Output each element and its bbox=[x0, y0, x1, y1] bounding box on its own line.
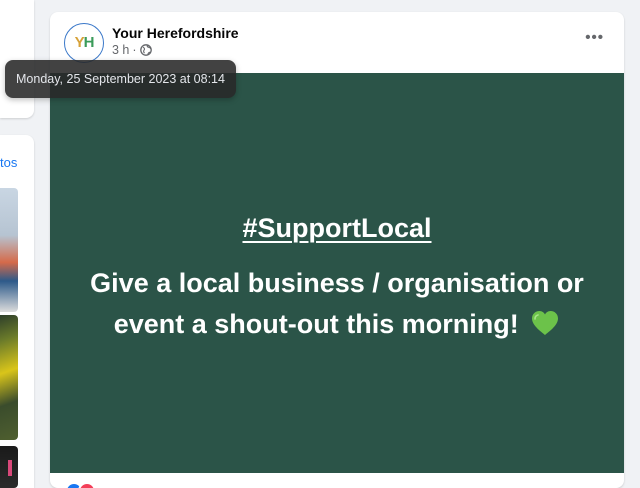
globe-icon[interactable] bbox=[139, 44, 152, 56]
avatar-logo: YH bbox=[74, 34, 95, 51]
post-meta: 3 h · bbox=[112, 43, 152, 57]
hashtag-link[interactable]: #SupportLocal bbox=[50, 213, 624, 244]
video-thumbnail[interactable] bbox=[0, 315, 18, 440]
left-video-card: tos bbox=[0, 135, 34, 488]
timestamp-tooltip: Monday, 25 September 2023 at 08:14 bbox=[5, 60, 236, 98]
video-thumbnail[interactable] bbox=[0, 446, 18, 488]
reaction-icons[interactable] bbox=[65, 482, 96, 488]
green-heart-icon bbox=[532, 311, 559, 335]
video-thumbnail[interactable] bbox=[0, 188, 18, 312]
post-timestamp[interactable]: 3 h bbox=[112, 43, 129, 57]
more-options-icon[interactable]: ••• bbox=[585, 29, 604, 46]
post-banner[interactable]: #SupportLocal Give a local business / or… bbox=[50, 73, 624, 473]
meta-separator: · bbox=[132, 43, 137, 57]
page-avatar[interactable]: YH bbox=[64, 23, 104, 63]
see-all-link[interactable]: tos bbox=[0, 155, 17, 170]
left-top-card bbox=[0, 0, 34, 118]
love-reaction-icon bbox=[78, 482, 96, 488]
post-message: Give a local business / organisation or … bbox=[90, 268, 584, 339]
page-name-link[interactable]: Your Herefordshire bbox=[112, 25, 239, 41]
